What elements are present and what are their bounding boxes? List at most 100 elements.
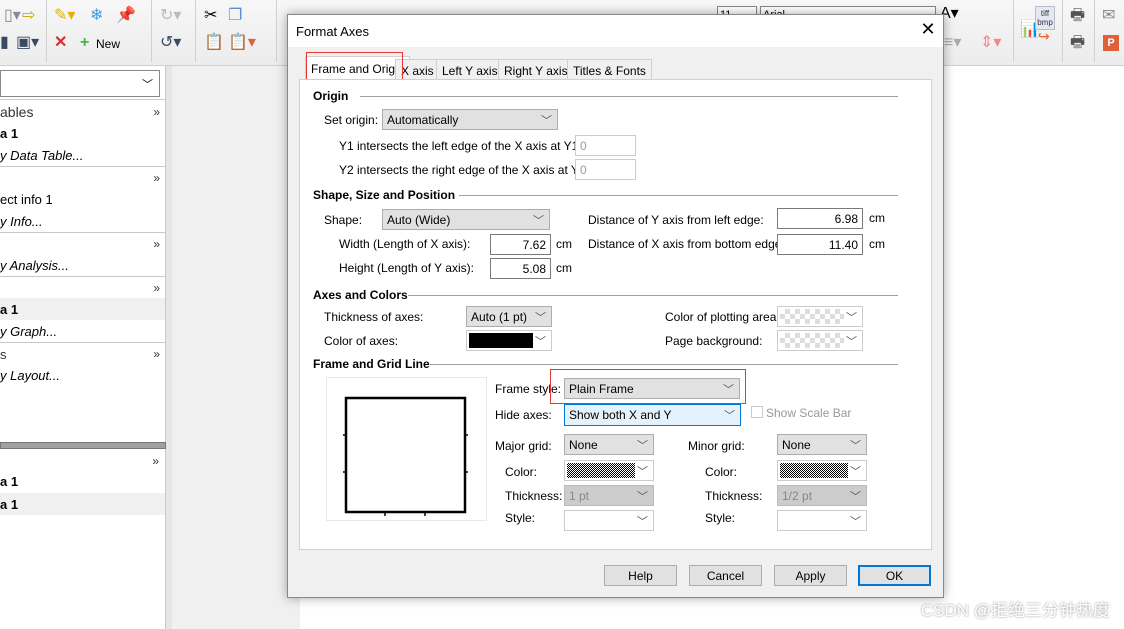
- highlight-box: [550, 369, 746, 404]
- tab-left-y-axis[interactable]: Left Y axis: [436, 59, 504, 79]
- navigator-sidebar: ﹀ ables » a 1 y Data Table... » ect info …: [0, 66, 166, 629]
- workspace: [166, 66, 300, 629]
- y2-input[interactable]: 0: [575, 159, 636, 180]
- minor-style-dropdown[interactable]: ﹀: [777, 510, 867, 531]
- selected-value: Show both X and Y: [569, 408, 672, 422]
- hide-axes-dropdown[interactable]: Show both X and Y ﹀: [564, 404, 741, 426]
- chevron-down-icon: ﹀: [724, 410, 735, 422]
- width-input[interactable]: 7.62: [490, 234, 551, 255]
- align-icon[interactable]: ≡▾: [944, 33, 961, 53]
- dist-y-label: Distance of Y axis from left edge:: [588, 213, 764, 227]
- format-axes-dialog: Format Axes ✕ Frame and Origin X axis Le…: [287, 14, 944, 598]
- list-item[interactable]: a 1: [0, 302, 18, 317]
- dialog-titlebar: Format Axes ✕: [288, 15, 943, 47]
- unit-label: cm: [556, 237, 572, 251]
- shape-dropdown[interactable]: Auto (Wide) ﹀: [382, 209, 550, 230]
- minor-color-dropdown[interactable]: ﹀: [777, 460, 867, 481]
- list-item[interactable]: a 1: [0, 474, 18, 489]
- unit-label: cm: [869, 211, 885, 225]
- apply-button[interactable]: Apply: [774, 565, 847, 586]
- section-layouts: s » y Layout...: [0, 342, 166, 442]
- add-icon[interactable]: +: [80, 33, 89, 53]
- section-header-axes: Axes and Colors: [313, 288, 408, 302]
- expand-icon[interactable]: »: [153, 281, 160, 295]
- minor-thickness-label: Thickness:: [705, 489, 763, 503]
- cut-icon[interactable]: ✂: [204, 6, 217, 26]
- minor-grid-dropdown[interactable]: None ﹀: [777, 434, 867, 455]
- transparent-swatch: [780, 309, 844, 324]
- transparent-swatch: [780, 333, 844, 348]
- cancel-button[interactable]: Cancel: [689, 565, 762, 586]
- selected-value: 1 pt: [569, 489, 590, 503]
- tab-right-y-axis[interactable]: Right Y axis: [498, 59, 574, 79]
- section-header-origin: Origin: [313, 89, 349, 103]
- expand-icon[interactable]: »: [153, 237, 160, 251]
- new-layout-link[interactable]: y Layout...: [0, 368, 60, 383]
- copy-icon[interactable]: ❐: [228, 6, 242, 26]
- thickness-axes-dropdown[interactable]: Auto (1 pt) ﹀: [466, 306, 552, 327]
- ok-button[interactable]: OK: [858, 565, 931, 586]
- save-icon[interactable]: ▮: [0, 33, 9, 53]
- minor-thickness-dropdown[interactable]: 1/2 pt ﹀: [777, 485, 867, 506]
- print-icon[interactable]: 🖶: [1070, 6, 1085, 26]
- powerpoint-icon[interactable]: P: [1103, 35, 1119, 51]
- tab-titles-fonts[interactable]: Titles & Fonts: [567, 59, 652, 79]
- expand-icon[interactable]: »: [152, 454, 159, 468]
- frame-preview-graphic: [343, 396, 468, 516]
- set-origin-dropdown[interactable]: Automatically ﹀: [382, 109, 558, 130]
- page-bg-label: Page background:: [665, 334, 763, 348]
- major-style-dropdown[interactable]: ﹀: [564, 510, 654, 531]
- email-icon[interactable]: ✉: [1102, 6, 1115, 26]
- new-button[interactable]: New: [96, 37, 120, 51]
- y1-input[interactable]: 0: [575, 135, 636, 156]
- new-analysis-link[interactable]: y Analysis...: [0, 258, 69, 273]
- close-icon[interactable]: ✕: [916, 19, 940, 40]
- expand-icon[interactable]: »: [153, 347, 160, 361]
- help-button[interactable]: Help: [604, 565, 677, 586]
- selected-value: Auto (1 pt): [471, 310, 528, 324]
- save-as-icon[interactable]: ▣▾: [16, 33, 39, 53]
- chevron-down-icon: ﹀: [637, 440, 648, 452]
- section-title: ables: [0, 104, 34, 120]
- minor-grid-label: Minor grid:: [688, 439, 745, 453]
- new-document-icon[interactable]: ▯▾: [4, 6, 21, 26]
- watermark: CSDN @拒绝三分钟热度: [920, 601, 1110, 620]
- plot-area-color-dropdown[interactable]: ﹀: [777, 306, 863, 327]
- list-item[interactable]: a 1: [0, 497, 18, 512]
- freeze-icon[interactable]: ❄: [90, 6, 103, 26]
- undo-icon[interactable]: ↺▾: [160, 33, 181, 53]
- color-swatch: [780, 463, 848, 478]
- highlight-icon[interactable]: ✎▾: [54, 6, 75, 26]
- redo-icon: ↻▾: [160, 7, 182, 24]
- splitter-handle[interactable]: [0, 442, 166, 449]
- dist-x-input[interactable]: 11.40: [777, 234, 863, 255]
- shape-label: Shape:: [324, 213, 363, 227]
- major-color-dropdown[interactable]: ﹀: [564, 460, 654, 481]
- dist-y-input[interactable]: 6.98: [777, 208, 863, 229]
- thickness-axes-label: Thickness of axes:: [324, 310, 424, 324]
- expand-icon[interactable]: »: [153, 105, 160, 119]
- export-badge[interactable]: tiff bmp: [1035, 6, 1055, 30]
- pin-icon[interactable]: 📌: [116, 6, 136, 26]
- new-info-link[interactable]: y Info...: [0, 214, 43, 229]
- show-scale-bar-checkbox[interactable]: [751, 406, 763, 418]
- color-axes-dropdown[interactable]: ﹀: [466, 330, 552, 351]
- list-item[interactable]: ect info 1: [0, 192, 53, 207]
- expand-icon[interactable]: »: [153, 171, 160, 185]
- page-bg-dropdown[interactable]: ﹀: [777, 330, 863, 351]
- major-thickness-dropdown[interactable]: 1 pt ﹀: [564, 485, 654, 506]
- new-graph-link[interactable]: y Graph...: [0, 324, 57, 339]
- major-color-label: Color:: [505, 465, 538, 479]
- new-data-table-link[interactable]: y Data Table...: [0, 148, 83, 163]
- paste-special-icon[interactable]: 📋▾: [228, 33, 256, 53]
- height-input[interactable]: 5.08: [490, 258, 551, 279]
- import-icon[interactable]: ⇨: [22, 6, 35, 26]
- print-preview-icon[interactable]: 🖶: [1070, 33, 1085, 53]
- line-spacing-icon[interactable]: ⇕▾: [980, 33, 1001, 53]
- chevron-down-icon: ﹀: [846, 312, 857, 324]
- major-grid-dropdown[interactable]: None ﹀: [564, 434, 654, 455]
- delete-icon[interactable]: ✕: [54, 33, 67, 53]
- paste-icon[interactable]: 📋: [204, 33, 224, 53]
- navigator-select[interactable]: ﹀: [0, 70, 160, 97]
- list-item[interactable]: a 1: [0, 126, 18, 141]
